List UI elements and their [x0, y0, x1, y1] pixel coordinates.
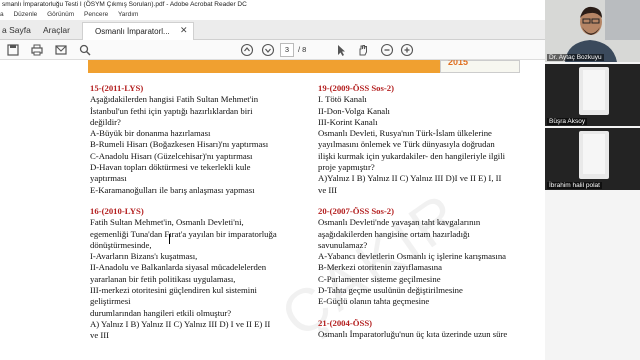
answer-option: D-Havan topları döktürmesi ve tekerlekli… — [90, 162, 251, 173]
question-number-19: 19-(2009-ÖSS Sos-2) — [318, 83, 395, 93]
question-line: I-Avarların Bizans'ı kuşatması, — [90, 251, 198, 262]
answer-option: ve III — [90, 330, 110, 341]
page-number-input[interactable]: 3 — [280, 43, 294, 57]
participant-name: Büşra Aksoy — [547, 118, 588, 125]
participant-video — [545, 128, 640, 190]
question-line: İstanbul'un fethi için yaptığı hazırlıkl… — [90, 105, 253, 116]
question-line: Osmanlı Devleti'nde yavaşan taht kavgala… — [318, 217, 481, 228]
question-number-21: 21-(2004-ÖSS) — [318, 317, 373, 328]
text-cursor — [169, 234, 173, 244]
tab-bar: a Sayfa Araçlar Osmanlı İmparatorl... ✕ — [0, 20, 545, 40]
left-column: 15-(2011-LYS) Aşağıdakilerden hangisi Fa… — [90, 83, 310, 342]
video-participants-panel: Dr. Aytaç Bozkuyu Büşra Aksoy İbrahim ha… — [545, 0, 640, 360]
question-line: yararlanan bir fetih politikası uygulama… — [90, 273, 236, 284]
zoom-out-icon[interactable] — [380, 43, 394, 57]
page-total: / 8 — [298, 45, 307, 54]
question-line: egemenliği Tuna'dan Fırat'a yayılan bir … — [90, 228, 277, 239]
answer-option: A) Yalnız I B) Yalnız II C) Yalnız III D… — [90, 318, 271, 329]
tab-document[interactable]: Osmanlı İmparatorl... — [82, 22, 194, 40]
print-icon[interactable] — [30, 43, 44, 57]
answer-option: A)Yalnız I B) Yalnız II C) Yalnız III D)… — [318, 173, 502, 184]
participant-tile-2[interactable]: Büşra Aksoy — [545, 64, 640, 126]
pdf-document-view[interactable]: 2015 ÇAKIR 15-(2011-LYS) Aşağıdakilerden… — [0, 60, 545, 360]
save-icon[interactable] — [6, 43, 20, 57]
question-line: Fatih Sultan Mehmet'in, Osmanlı Devleti'… — [90, 217, 244, 228]
menu-file[interactable]: a — [0, 11, 4, 18]
close-tab-icon[interactable]: ✕ — [180, 22, 190, 38]
question-line: Aşağıdakilerden hangisi Fatih Sultan Meh… — [90, 94, 259, 105]
answer-option: E-Karamanoğulları ile barış anlaşması ya… — [90, 184, 255, 195]
menu-window[interactable]: Pencere — [84, 11, 108, 18]
question-line: geliştirmesi — [90, 296, 131, 307]
answer-option: A-Yabancı devletlerin Osmanlı iç işlerin… — [318, 251, 507, 262]
menu-help[interactable]: Yardım — [118, 11, 138, 18]
question-line: II-Don-Volga Kanalı — [318, 105, 390, 116]
toolbar: 3 / 8 — [0, 40, 545, 60]
question-number-15: 15-(2011-LYS) — [90, 83, 144, 93]
question-line: III-merkezi otoritesini güçlendiren kul … — [90, 285, 257, 296]
question-line: II-Anadolu ve Balkanlarda siyasal mücade… — [90, 262, 267, 273]
question-line: savunulamaz? — [318, 239, 368, 250]
answer-option: D-Tahta geçme usulünün değiştirilmesine — [318, 285, 463, 296]
menu-edit[interactable]: Düzenle — [13, 11, 37, 18]
participant-video — [545, 64, 640, 126]
page-up-icon[interactable] — [240, 43, 254, 57]
question-line: dönüştürmesinde, — [90, 239, 152, 250]
answer-option: yaptırması — [90, 173, 127, 184]
question-line: Osmanlı İmparatorluğu'nun üç kıta üzerin… — [318, 328, 508, 339]
answer-option: E-Güçlü olanın tahta geçmesine — [318, 296, 430, 307]
email-icon[interactable] — [54, 43, 68, 57]
answer-option: C-Parlamenter sisteme geçilmesine — [318, 273, 441, 284]
question-line: değildir? — [90, 116, 121, 127]
select-cursor-icon[interactable] — [334, 43, 348, 57]
question-line: ilişki kurmak için yukardakiler- den han… — [318, 150, 506, 161]
right-column: 19-(2009-ÖSS Sos-2) I. Tötö Kanalı II-Do… — [318, 83, 540, 340]
zoom-in-icon[interactable] — [400, 43, 414, 57]
page-down-icon[interactable] — [261, 43, 275, 57]
answer-option: B-Rumeli Hisarı (Boğazkesen Hisarı)'nı y… — [90, 139, 269, 150]
participant-tile-3[interactable]: İbrahim halil polat — [545, 128, 640, 190]
question-line: durumlarından hangileri etkili olmuştur? — [90, 307, 232, 318]
question-line: aşağıdakilerden hangisine ortam hazırlad… — [318, 228, 470, 239]
answer-option: ve III — [318, 184, 338, 195]
window-title: smanlı İmparatorluğu Testi I (ÖSYM Çıkmı… — [0, 0, 545, 10]
participant-name: İbrahim halil polat — [547, 182, 602, 189]
tab-tools[interactable]: Araçlar — [43, 20, 70, 40]
question-line: proje yapmıştır? — [318, 162, 375, 173]
answer-option: A-Büyük bir donanma hazırlaması — [90, 128, 211, 139]
answer-option: C-Anadolu Hisarı (Güzelcehisar)'nı yaptı… — [90, 150, 253, 161]
question-line: I. Tötö Kanalı — [318, 94, 367, 105]
banner-year: 2015 — [448, 60, 469, 67]
question-line: III-Korint Kanalı — [318, 116, 378, 127]
question-number-20: 20-(2007-ÖSS Sos-2) — [318, 205, 395, 216]
tab-home[interactable]: a Sayfa — [0, 20, 31, 40]
participant-tile-host[interactable]: Dr. Aytaç Bozkuyu — [545, 0, 640, 62]
banner-bar — [88, 60, 440, 73]
hand-tool-icon[interactable] — [356, 43, 370, 57]
participant-video — [545, 0, 640, 62]
menu-view[interactable]: Görünüm — [47, 11, 74, 18]
answer-option: B-Merkezi otoritenin zayıflamasına — [318, 262, 442, 273]
search-icon[interactable] — [78, 43, 92, 57]
question-line: Osmanlı Devleti, Rusya'nın Türk-İslam ül… — [318, 128, 492, 139]
participant-name: Dr. Aytaç Bozkuyu — [547, 54, 604, 61]
question-line: yayılmasını önlemek ve Türk dünyasıyla d… — [318, 139, 495, 150]
question-number-16: 16-(2010-LYS) — [90, 205, 144, 216]
menu-bar: a Düzenle Görünüm Pencere Yardım — [0, 10, 545, 20]
